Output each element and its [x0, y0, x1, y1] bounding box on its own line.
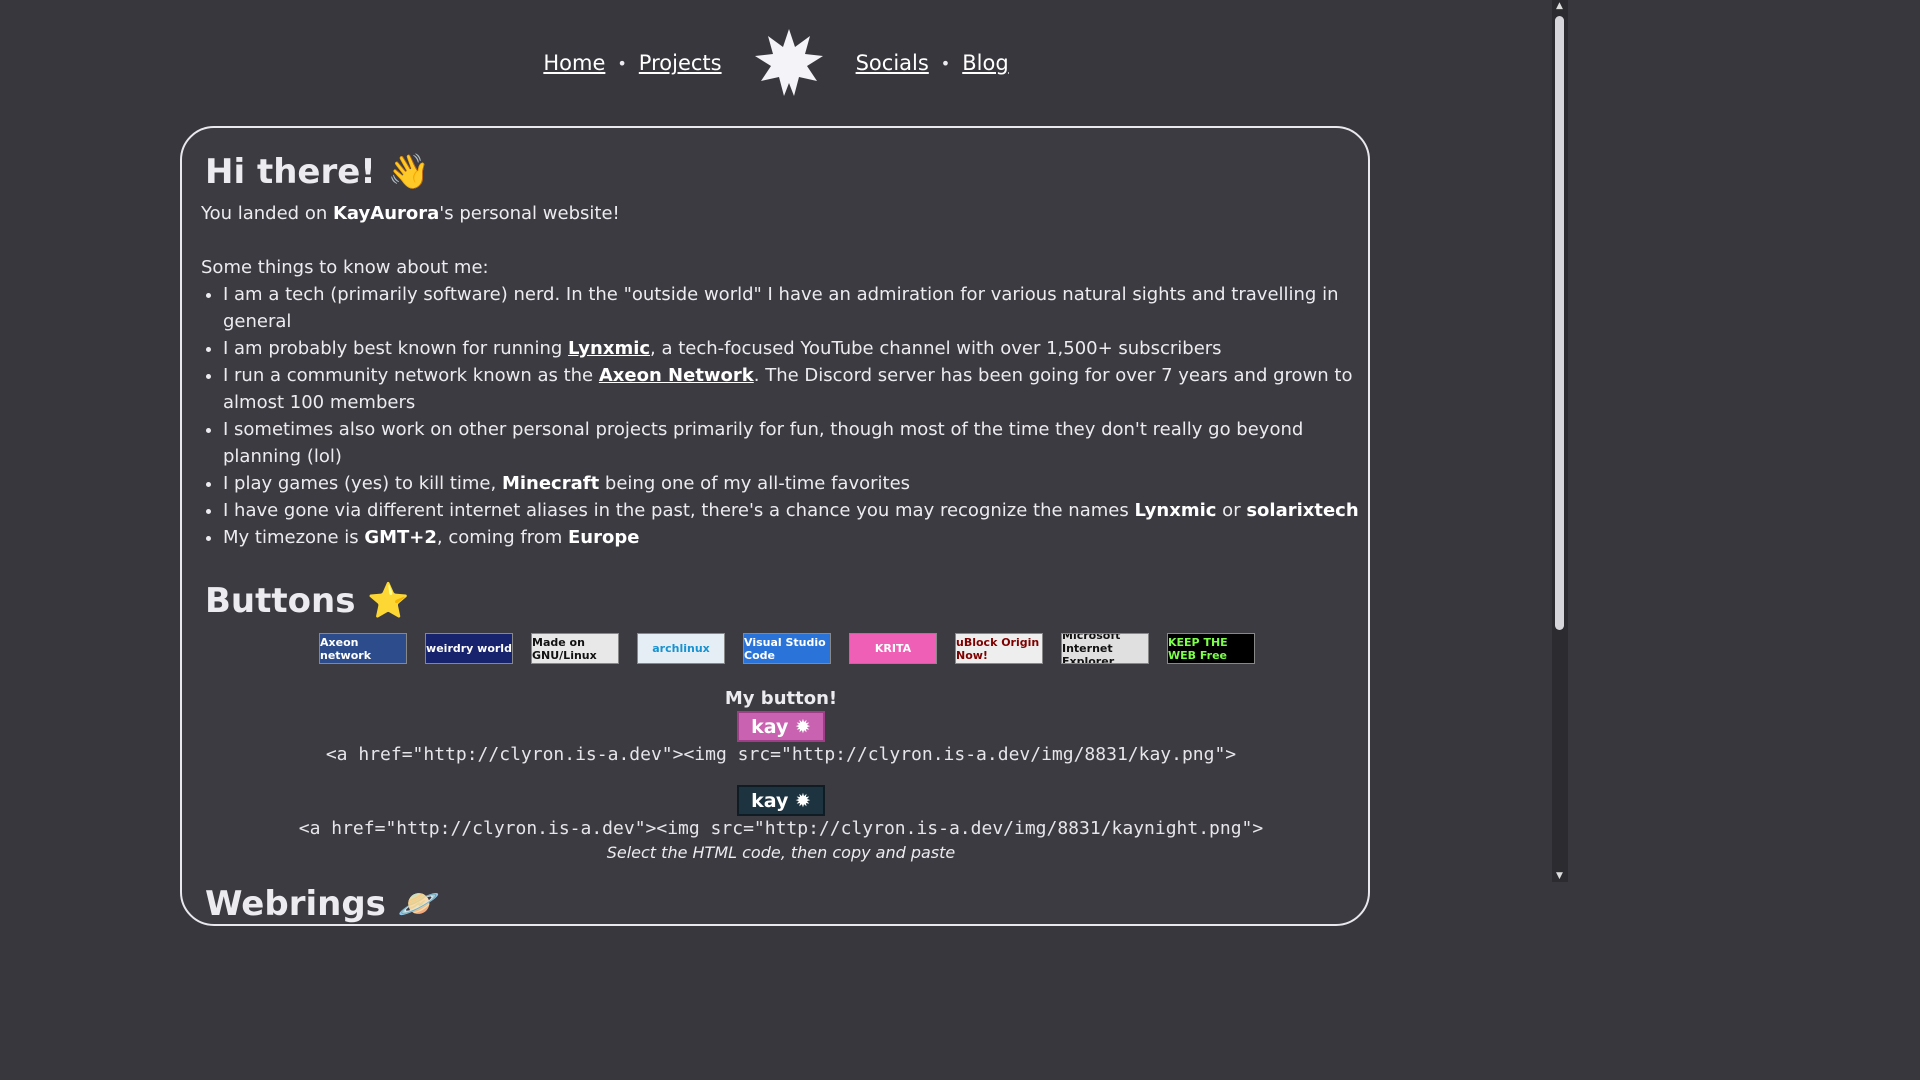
list-item: I am a tech (primarily software) nerd. I…: [223, 281, 1361, 335]
fact-bold: solarixtech: [1246, 500, 1359, 521]
code-snippet-day[interactable]: <a href="http://clyron.is-a.dev"><img sr…: [201, 744, 1361, 765]
badge-keep-web-free[interactable]: KEEP THE WEB Free: [1167, 633, 1255, 664]
star-logo-icon[interactable]: [754, 28, 824, 98]
badge-row: Axeon network weirdry world Made on GNU/…: [201, 633, 1361, 664]
intro-prefix: You landed on: [201, 203, 333, 224]
axeon-network-link[interactable]: Axeon Network: [599, 365, 754, 386]
list-item: I have gone via different internet alias…: [223, 497, 1361, 524]
list-item: My timezone is GMT+2, coming from Europe: [223, 524, 1361, 551]
kay-day-button[interactable]: kay ✹: [737, 711, 825, 742]
main-card: Hi there! 👋 You landed on KayAurora's pe…: [180, 126, 1370, 926]
list-item: I run a community network known as the A…: [223, 362, 1361, 416]
scrollbar-thumb[interactable]: [1555, 16, 1564, 630]
list-item: I am probably best known for running Lyn…: [223, 335, 1361, 362]
nav-blog-link[interactable]: Blog: [962, 51, 1008, 75]
badge-weirdry-world[interactable]: weirdry world: [425, 633, 513, 664]
site-owner-name: KayAurora: [332, 203, 440, 224]
fact-text: I play games (yes) to kill time,: [223, 473, 502, 494]
list-item: I play games (yes) to kill time, Minecra…: [223, 470, 1361, 497]
nav-home-link[interactable]: Home: [543, 51, 605, 75]
fact-bold: Europe: [567, 527, 640, 548]
kay-night-button[interactable]: kay ✹: [737, 785, 825, 816]
badge-archlinux[interactable]: archlinux: [637, 633, 725, 664]
fact-text: , a tech-focused YouTube channel with ov…: [650, 338, 1222, 359]
badge-gnu-linux[interactable]: Made on GNU/Linux: [531, 633, 619, 664]
nav-socials-link[interactable]: Socials: [856, 51, 929, 75]
fact-bold: GMT+2: [364, 527, 437, 548]
fact-text: I have gone via different internet alias…: [223, 500, 1135, 521]
facts-list: I am a tech (primarily software) nerd. I…: [201, 281, 1361, 551]
badge-axeon[interactable]: Axeon network: [319, 633, 407, 664]
fact-text: or: [1216, 500, 1247, 521]
badge-krita[interactable]: KRITA: [849, 633, 937, 664]
list-item: I sometimes also work on other personal …: [223, 416, 1361, 470]
scroll-up-arrow-icon[interactable]: ▲: [1556, 1, 1563, 11]
intro-suffix: 's personal website!: [439, 203, 620, 224]
scrollbar[interactable]: ▲ ▼: [1552, 0, 1568, 882]
lynxmic-link[interactable]: Lynxmic: [568, 338, 650, 359]
facts-label: Some things to know about me:: [201, 257, 489, 278]
nav-separator: •: [617, 53, 627, 73]
fact-bold: Minecraft: [501, 473, 600, 494]
card-content: Hi there! 👋 You landed on KayAurora's pe…: [201, 148, 1361, 928]
fact-text: being one of my all-time favorites: [599, 473, 911, 494]
intro-heading: Hi there! 👋: [205, 152, 430, 192]
buttons-heading: Buttons ⭐: [205, 581, 410, 621]
badge-ublock-origin[interactable]: uBlock Origin Now!: [955, 633, 1043, 664]
fact-bold: Lynxmic: [1134, 500, 1217, 521]
badge-internet-explorer[interactable]: Microsoft Internet Explorer: [1061, 633, 1149, 664]
copy-hint: Select the HTML code, then copy and past…: [606, 843, 956, 862]
my-button-section: My button! kay ✹ <a href="http://clyron.…: [201, 688, 1361, 862]
fact-text: I run a community network known as the: [223, 365, 599, 386]
fact-text: My timezone is: [223, 527, 365, 548]
intro-line: You landed on KayAurora's personal websi…: [201, 200, 1361, 227]
nav-separator: •: [940, 53, 951, 73]
webrings-heading: Webrings 🪐: [205, 884, 441, 924]
scroll-down-arrow-icon[interactable]: ▼: [1556, 871, 1563, 881]
top-nav: Home • Projects Socials • Blog: [0, 28, 1552, 98]
nav-projects-link[interactable]: Projects: [639, 51, 722, 75]
fact-text: , coming from: [436, 527, 568, 548]
badge-vscode[interactable]: Visual Studio Code: [743, 633, 831, 664]
fact-text: I am probably best known for running: [223, 338, 569, 359]
code-snippet-night[interactable]: <a href="http://clyron.is-a.dev"><img sr…: [201, 818, 1361, 839]
my-button-title: My button!: [724, 688, 838, 709]
